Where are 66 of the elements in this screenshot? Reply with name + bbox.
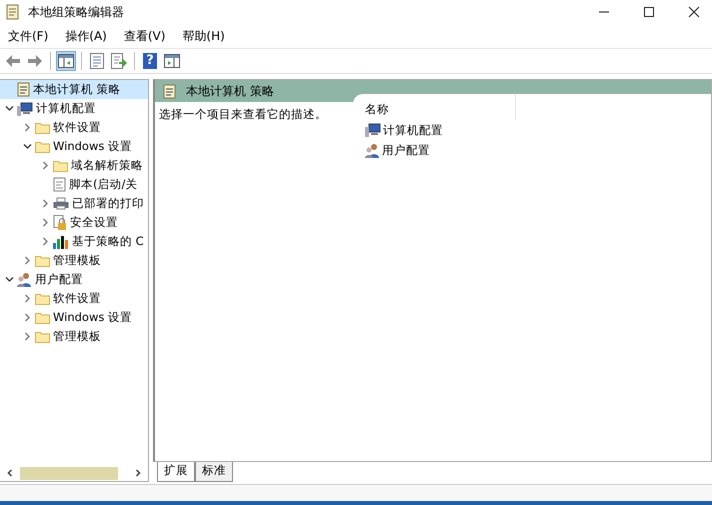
user-icon <box>17 272 32 287</box>
close-icon[interactable] <box>688 6 700 18</box>
chevron-right-icon[interactable] <box>22 332 32 341</box>
help-button[interactable]: ? <box>140 51 160 71</box>
tree-item[interactable]: 计算机配置 <box>0 99 148 118</box>
window-title: 本地组策略编辑器 <box>28 4 124 20</box>
policy-icon <box>17 82 30 97</box>
tree-item[interactable]: 安全设置 <box>0 213 148 232</box>
tree-item[interactable]: 软件设置 <box>0 118 148 137</box>
column-header[interactable]: 名称 <box>365 94 516 120</box>
chevron-down-icon[interactable] <box>4 104 14 113</box>
maximize-icon[interactable] <box>643 6 655 18</box>
chevron-right-icon[interactable] <box>40 161 50 170</box>
chevron-right-icon[interactable] <box>22 313 32 322</box>
tree-item[interactable]: 域名解析策略 <box>0 156 148 175</box>
chevron-right-icon[interactable] <box>40 218 50 227</box>
policy-icon <box>163 84 176 98</box>
folder-icon <box>35 121 50 134</box>
tree-item[interactable]: 管理模板 <box>0 251 148 270</box>
menu-item[interactable]: 查看(V) <box>124 28 166 44</box>
tree-item[interactable]: 管理模板 <box>0 327 148 346</box>
scrollbar-thumb[interactable] <box>20 466 118 480</box>
bar-chart-icon <box>53 234 69 248</box>
properties-button[interactable] <box>87 51 107 71</box>
menu-item[interactable]: 文件(F) <box>8 28 48 44</box>
folder-icon <box>35 292 50 305</box>
tree-item[interactable]: 软件设置 <box>0 289 148 308</box>
menu-item[interactable]: 帮助(H) <box>182 28 225 44</box>
pane-title: 本地计算机 策略 <box>186 82 274 100</box>
chevron-right-icon[interactable] <box>22 256 32 265</box>
tree-item[interactable]: 用户配置 <box>0 270 148 289</box>
list-item[interactable]: 用户配置 <box>365 140 430 160</box>
chevron-right-icon[interactable] <box>40 237 50 246</box>
folder-icon <box>35 311 50 324</box>
description-text: 选择一个项目来查看它的描述。 <box>158 106 328 123</box>
folder-icon <box>53 159 68 172</box>
scroll-right-icon[interactable] <box>134 469 142 477</box>
list-item[interactable]: 计算机配置 <box>365 120 443 140</box>
folder-icon <box>35 330 50 343</box>
tree-item[interactable]: Windows 设置 <box>0 137 148 156</box>
view-tab[interactable]: 扩展 <box>157 462 195 482</box>
policy-icon <box>6 4 20 20</box>
tree-item[interactable]: 本地计算机 策略 <box>0 80 148 99</box>
computer-icon <box>365 123 381 137</box>
folder-icon <box>35 140 50 153</box>
chevron-right-icon[interactable] <box>40 199 50 208</box>
tree-item[interactable]: 基于策略的 C <box>0 232 148 251</box>
export-button[interactable] <box>109 51 129 71</box>
user-icon <box>365 142 380 158</box>
scroll-left-icon[interactable] <box>6 469 14 477</box>
tree-pane-button[interactable] <box>56 51 76 71</box>
view-tab[interactable]: 标准 <box>195 462 233 482</box>
lock-document-icon <box>53 214 67 230</box>
tree-item[interactable]: 已部署的打印 <box>0 194 148 213</box>
chevron-down-icon[interactable] <box>22 142 32 151</box>
document-icon <box>53 177 66 192</box>
printer-icon <box>53 197 69 210</box>
chevron-down-icon[interactable] <box>4 275 14 284</box>
folder-icon <box>35 254 50 267</box>
chevron-right-icon[interactable] <box>22 294 32 303</box>
chevron-right-icon[interactable] <box>22 123 32 132</box>
action-pane-button[interactable] <box>162 51 182 71</box>
tree-item[interactable]: 脚本(启动/关 <box>0 175 148 194</box>
computer-icon <box>17 102 33 116</box>
tree-item[interactable]: Windows 设置 <box>0 308 148 327</box>
menu-item[interactable]: 操作(A) <box>65 28 107 44</box>
